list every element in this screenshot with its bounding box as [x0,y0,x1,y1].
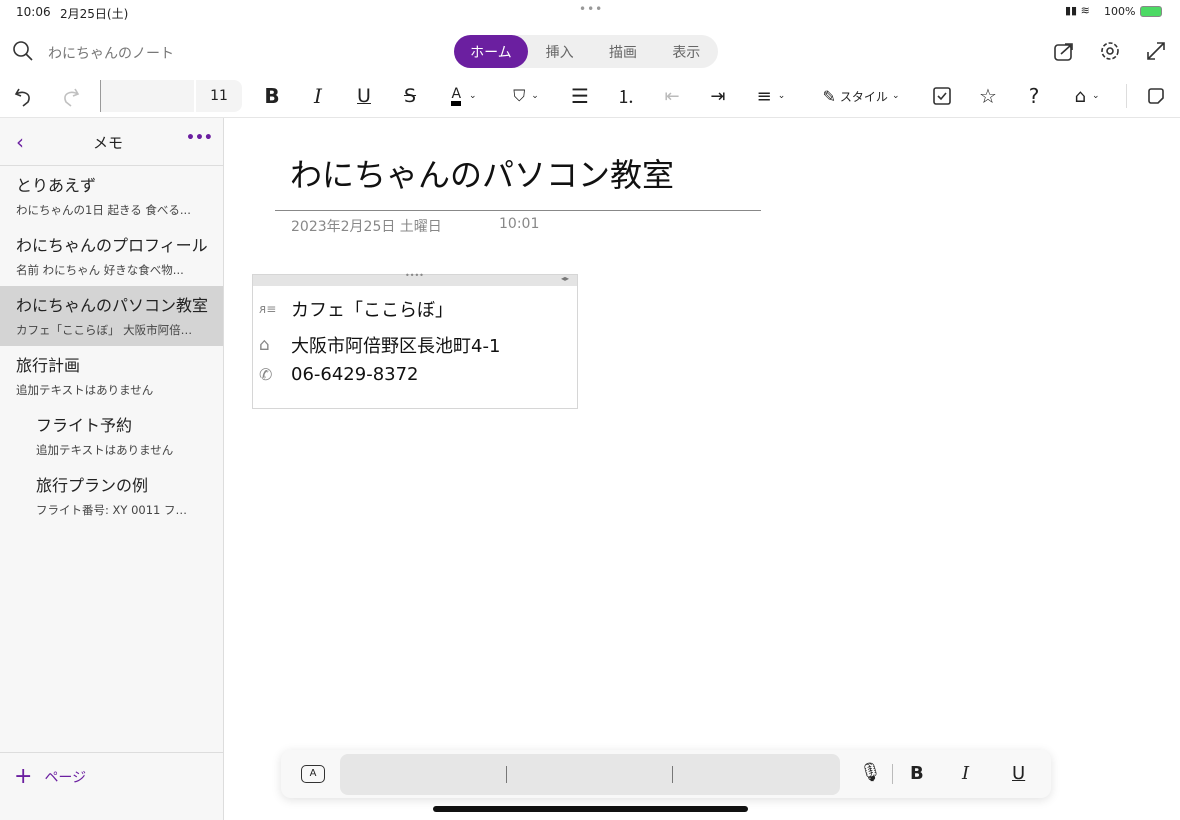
undo-icon[interactable] [10,80,38,112]
underline-icon[interactable]: U [350,80,378,112]
align-icon[interactable]: ≡ ⌄ [750,80,792,112]
contact-name[interactable]: カフェ「ここらぼ」 [291,296,453,322]
notebook-name[interactable]: わにちゃんのノート [48,43,174,63]
star-icon[interactable]: ☆ [974,80,1002,112]
status-date: 2月25日(土) [60,7,129,21]
tab-insert[interactable]: 挿入 [528,35,591,68]
more-icon[interactable]: ••• [186,130,213,146]
back-chevron-icon[interactable]: ‹ [16,130,24,154]
redo-icon[interactable] [56,80,84,112]
fullscreen-icon[interactable] [1145,40,1167,62]
contact-address[interactable]: 大阪市阿倍野区長池町4-1 [291,332,500,358]
home-indicator[interactable] [433,806,748,812]
sidebar-page-item[interactable]: 旅行計画追加テキストはありません [0,346,223,406]
indent-icon[interactable]: ⇥ [704,80,732,112]
page-item-title: 旅行プランの例 [36,476,149,495]
suggestion-divider [672,766,673,783]
numbered-list-icon[interactable]: ⒈ [612,80,640,112]
page-list-sidebar: ‹ メモ ••• とりあえず わにちゃんの1日 起きる 食べる... わにちゃんのプ… [0,118,224,820]
page-time: 10:01 [499,216,540,232]
styles-label: スタイル [839,89,888,104]
italic-icon[interactable]: I [304,80,332,112]
tab-view[interactable]: 表示 [655,35,718,68]
page-item-title: フライト予約 [36,416,133,435]
kb-underline-icon[interactable]: U [1012,763,1025,784]
todo-checkbox-icon[interactable] [928,80,956,112]
microphone-icon[interactable]: 🎙︎ [859,762,882,783]
sidebar-page-item[interactable]: 旅行プランの例フライト番号: XY 0011 フ… [0,466,223,526]
page-item-snippet: カフェ「ここらぼ」 大阪市阿倍… [16,323,193,337]
card-drag-handle[interactable]: •••• ◂▸ [253,271,577,286]
kb-bold-icon[interactable]: B [910,763,924,784]
home-icon: ⌂ [259,335,270,355]
contact-phone[interactable]: 06-6429-8372 [291,364,419,385]
sidebar-page-item[interactable]: とりあえずわにちゃんの1日 起きる 食べる... [0,166,223,226]
page-title[interactable]: わにちゃんのパソコン教室 [290,150,674,196]
tag-icon[interactable]: ⌂ ⌄ [1066,80,1108,112]
page-item-title: とりあえず [16,176,97,195]
tab-home[interactable]: ホーム [454,35,528,68]
styles-button[interactable]: ✎ スタイル ⌄ [814,80,908,112]
drag-dots-icon: •••• [405,271,424,280]
sidebar-footer-divider [0,752,223,753]
outdent-icon[interactable]: ⇤ [658,80,686,112]
font-size-field[interactable]: 11 [196,80,242,112]
text-format-icon[interactable]: A [301,765,325,783]
bold-icon[interactable]: B [258,80,286,112]
page-item-title: わにちゃんのパソコン教室 [16,296,209,315]
multitask-dots-icon[interactable]: ••• [579,2,603,16]
ribbon-tabs: ホーム 挿入 描画 表示 [454,35,718,68]
predictive-text-bar[interactable] [340,754,840,795]
contact-card[interactable]: •••• ◂▸ ᴙ≡ カフェ「ここらぼ」 ⌂ 大阪市阿倍野区長池町4-1 ✆ 0… [252,271,578,409]
help-icon[interactable]: ? [1020,80,1048,112]
bar-divider [892,764,893,784]
sidebar-page-item[interactable]: フライト予約追加テキストはありません [0,406,223,466]
battery-percent: 100% [1104,5,1136,18]
page-item-snippet: フライト番号: XY 0011 フ… [36,503,188,517]
status-bar: 10:06 2月25日(土) ••• ▮▮ ≋ 100% [0,0,1180,24]
resize-arrows-icon[interactable]: ◂▸ [561,274,569,283]
signal-wifi-icon: ▮▮ ≋ [1065,4,1090,17]
page-item-snippet: 名前 わにちゃん 好きな食べ物... [16,263,184,277]
share-icon[interactable] [1053,40,1075,62]
add-page-label: ページ [44,769,87,786]
strikethrough-icon[interactable]: S [396,80,424,112]
battery-icon [1140,6,1162,17]
plus-icon: + [14,764,33,789]
styles-icon: ✎ [822,86,836,106]
sticky-note-icon[interactable] [1142,80,1170,112]
suggestion-divider [506,766,507,783]
kb-italic-icon[interactable]: I [962,763,969,784]
keyboard-shortcut-bar: A 🎙︎ B I U [281,750,1051,798]
add-page-button[interactable]: + ページ [14,764,86,789]
tab-draw[interactable]: 描画 [591,35,654,68]
phone-icon: ✆ [259,365,273,384]
page-item-snippet: 追加テキストはありません [16,383,154,397]
page-item-title: 旅行計画 [16,356,81,375]
page-item-snippet: 追加テキストはありません [36,443,174,457]
gear-icon[interactable] [1099,40,1121,62]
search-icon[interactable] [12,40,34,62]
title-underline [275,210,761,211]
status-time: 10:06 [16,5,51,19]
highlighter-icon[interactable]: ⛉ ⌄ [505,80,547,112]
page-item-title: わにちゃんのプロフィール [16,236,208,255]
contact-person-icon: ᴙ≡ [259,302,277,316]
sidebar-page-item[interactable]: わにちゃんのプロフィール名前 わにちゃん 好きな食べ物... [0,226,223,286]
sidebar-page-item[interactable]: わにちゃんのパソコン教室カフェ「ここらぼ」 大阪市阿倍… [0,286,223,346]
toolbar-divider [1126,84,1127,108]
font-name-field[interactable] [100,80,194,112]
page-item-snippet: わにちゃんの1日 起きる 食べる... [16,203,191,217]
font-color-icon[interactable]: A ⌄ [443,80,485,112]
page-date: 2023年2月25日 土曜日 [291,219,442,235]
section-title: メモ [93,134,124,152]
bullet-list-icon[interactable]: ☰ [566,80,594,112]
